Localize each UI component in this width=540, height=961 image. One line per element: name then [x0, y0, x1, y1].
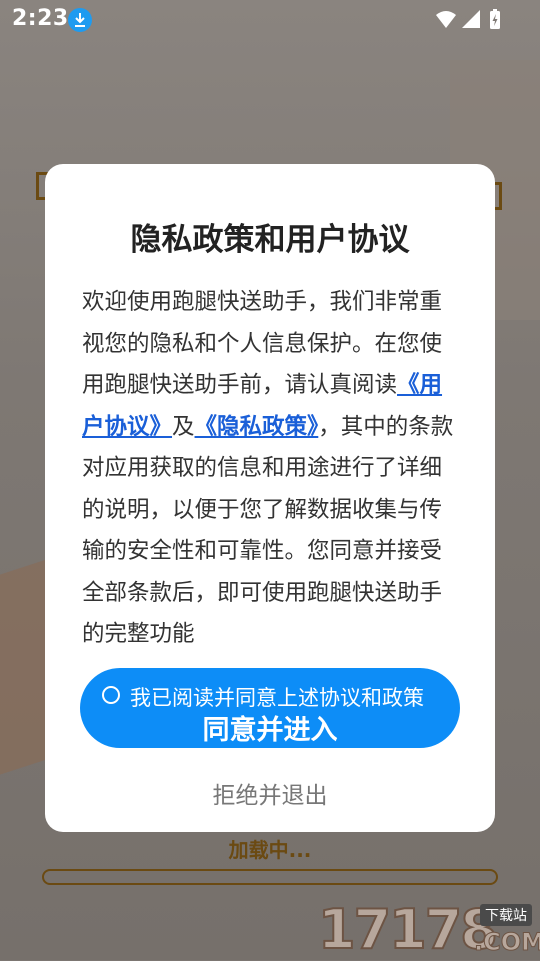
system-icons: [436, 9, 500, 29]
loading-progress-bar: [42, 869, 498, 885]
body-text-after: ，其中的条款对应用获取的信息和用途进行了详细的说明，以便于您了解数据收集与传输的…: [82, 413, 454, 648]
agree-button-label: 同意并进入: [202, 715, 338, 746]
watermark-number: 17178: [317, 897, 499, 961]
agree-checkbox[interactable]: [102, 686, 120, 704]
agree-button[interactable]: 我已阅读并同意上述协议和政策 同意并进入: [80, 668, 460, 748]
loading-text: 加载中...: [228, 838, 312, 862]
dialog-body: 欢迎使用跑腿快送助手，我们非常重视您的隐私和个人信息保护。在您使用跑腿快送助手前…: [82, 282, 462, 656]
watermark-tag: 下载站: [480, 904, 532, 926]
signal-icon: [462, 10, 480, 28]
reject-button[interactable]: 拒绝并退出: [45, 776, 495, 810]
body-conjunction: 及: [172, 413, 195, 440]
dialog-title: 隐私政策和用户协议: [130, 222, 410, 258]
download-icon: [68, 8, 92, 32]
privacy-policy-link[interactable]: 《隐私政策》: [195, 414, 319, 440]
watermark-domain: .COM: [473, 928, 540, 957]
status-bar: 2:23: [0, 0, 540, 38]
status-time: 2:23: [12, 6, 69, 31]
body-text-before: 欢迎使用跑腿快送助手，我们非常重视您的隐私和个人信息保护。在您使用跑腿快送助手前…: [82, 289, 443, 398]
privacy-dialog: 隐私政策和用户协议 欢迎使用跑腿快送助手，我们非常重视您的隐私和个人信息保护。在…: [45, 164, 495, 832]
battery-icon: [490, 9, 500, 29]
wifi-icon: [436, 11, 456, 28]
watermark: 17178 下载站 .COM: [317, 897, 540, 961]
